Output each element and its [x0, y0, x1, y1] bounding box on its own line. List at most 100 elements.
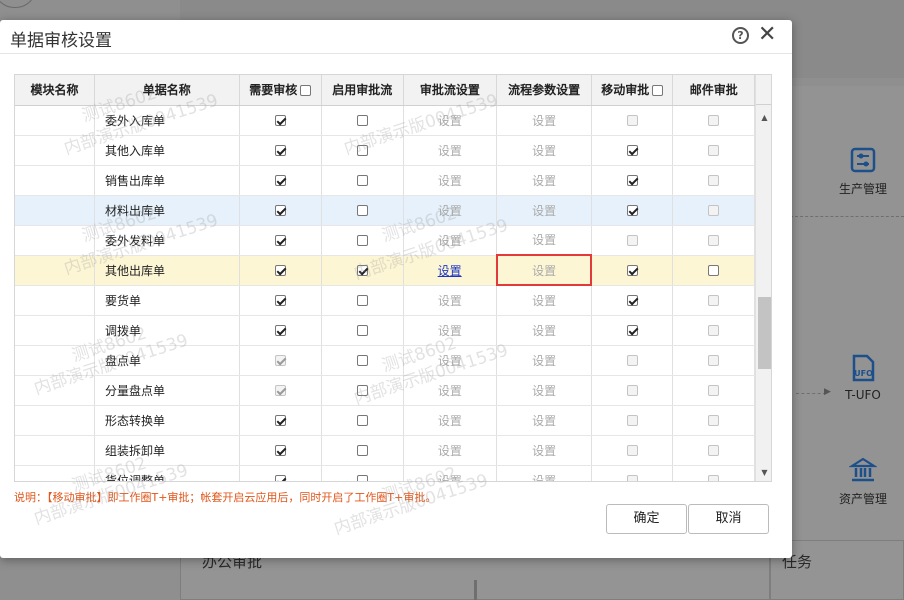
mobile-approval-select-all-checkbox[interactable]: [652, 85, 664, 97]
approval-flow-cell: [321, 225, 404, 256]
document-audit-settings-dialog: 单据审核设置 ? ✕ 模块名称 单据名称 需要审核 启用审批流 审批流设置 流程…: [0, 20, 792, 558]
need-audit-checkbox[interactable]: [274, 325, 286, 336]
table-row[interactable]: 分量盘点单 设置 设置: [15, 375, 755, 406]
mobile-approval-checkbox[interactable]: [626, 325, 638, 336]
approval-flow-checkbox[interactable]: [356, 265, 368, 276]
need-audit-cell: [239, 465, 323, 481]
column-header-flow-setting: 审批流设置: [403, 75, 498, 106]
approval-flow-checkbox[interactable]: [356, 295, 368, 306]
param-setting-link: 设置: [532, 113, 557, 128]
table-row[interactable]: 委外入库单 设置 设置: [15, 105, 755, 136]
close-icon[interactable]: ✕: [758, 22, 776, 48]
table-row[interactable]: 货位调整单 设置 设置: [15, 465, 755, 482]
cancel-button[interactable]: 取消: [688, 504, 769, 534]
approval-flow-checkbox[interactable]: [356, 325, 368, 336]
scrollbar-thumb[interactable]: [758, 297, 771, 369]
approval-flow-checkbox[interactable]: [356, 355, 368, 366]
audit-settings-grid: 模块名称 单据名称 需要审核 启用审批流 审批流设置 流程参数设置 移动审批 邮…: [14, 74, 772, 482]
approval-flow-checkbox[interactable]: [356, 175, 368, 186]
need-audit-checkbox[interactable]: [274, 445, 286, 456]
table-row[interactable]: 形态转换单 设置 设置: [15, 405, 755, 436]
approval-flow-checkbox[interactable]: [356, 115, 368, 126]
need-audit-checkbox[interactable]: [274, 205, 286, 216]
document-name-cell: 材料出库单: [94, 195, 240, 226]
email-approval-checkbox: [708, 295, 720, 306]
mobile-approval-cell: [591, 135, 674, 166]
flow-setting-cell: 设置: [403, 285, 498, 316]
flow-setting-link: 设置: [437, 473, 462, 482]
need-audit-checkbox[interactable]: [274, 265, 286, 276]
scroll-up-icon[interactable]: ▲: [756, 111, 771, 125]
mobile-approval-checkbox[interactable]: [626, 145, 638, 156]
background-divider: [790, 216, 904, 217]
document-name-cell: 委外入库单: [94, 105, 240, 136]
email-approval-checkbox[interactable]: [708, 265, 720, 276]
table-row[interactable]: 材料出库单 设置 设置: [15, 195, 755, 226]
email-approval-cell: [672, 315, 755, 346]
email-approval-cell: [672, 345, 755, 376]
need-audit-checkbox[interactable]: [274, 475, 286, 481]
param-setting-link: 设置: [532, 353, 557, 368]
email-approval-cell: [672, 225, 755, 256]
email-approval-checkbox: [708, 355, 720, 366]
approval-flow-checkbox[interactable]: [356, 385, 368, 396]
approval-flow-checkbox[interactable]: [356, 235, 368, 246]
need-audit-cell: [239, 105, 323, 136]
help-icon[interactable]: ?: [732, 27, 749, 44]
email-approval-checkbox: [708, 145, 720, 156]
ok-button[interactable]: 确定: [606, 504, 687, 534]
approval-flow-checkbox[interactable]: [356, 145, 368, 156]
module-cell: [15, 165, 95, 196]
need-audit-select-all-checkbox[interactable]: [300, 85, 312, 97]
need-audit-checkbox[interactable]: [274, 235, 286, 246]
scroll-down-icon[interactable]: ▼: [756, 466, 771, 480]
table-row[interactable]: 调拨单 设置 设置: [15, 315, 755, 346]
mobile-approval-cell: [591, 195, 674, 226]
approval-flow-checkbox[interactable]: [356, 445, 368, 456]
approval-flow-cell: [321, 195, 404, 226]
flow-setting-cell: 设置: [403, 375, 498, 406]
tile-t-ufo[interactable]: UFO T-UFO: [808, 354, 904, 402]
document-name-cell: 货位调整单: [94, 465, 240, 481]
table-row[interactable]: 组装拆卸单 设置 设置: [15, 435, 755, 466]
table-row[interactable]: 其他入库单 设置 设置: [15, 135, 755, 166]
flow-setting-link: 设置: [437, 353, 462, 368]
param-setting-cell: 设置: [496, 345, 592, 376]
table-row[interactable]: 其他出库单 设置 设置: [15, 254, 755, 286]
table-row[interactable]: 要货单 设置 设置: [15, 285, 755, 316]
param-setting-cell: 设置: [496, 195, 592, 226]
mobile-approval-checkbox[interactable]: [626, 265, 638, 276]
tile-asset-management[interactable]: 资产管理: [808, 456, 904, 507]
mobile-approval-cell: [591, 285, 674, 316]
table-row[interactable]: 委外发料单 设置 设置: [15, 225, 755, 256]
need-audit-checkbox[interactable]: [274, 145, 286, 156]
need-audit-checkbox[interactable]: [274, 115, 286, 126]
document-name-cell: 盘点单: [94, 345, 240, 376]
mobile-approval-cell: [591, 315, 674, 346]
approval-flow-checkbox[interactable]: [356, 205, 368, 216]
tile-label: 资产管理: [838, 492, 887, 506]
need-audit-checkbox[interactable]: [274, 415, 286, 426]
need-audit-checkbox[interactable]: [274, 175, 286, 186]
table-row[interactable]: 盘点单 设置 设置: [15, 345, 755, 376]
document-name-cell: 其他入库单: [94, 135, 240, 166]
email-approval-cell: [672, 285, 755, 316]
module-cell: [15, 375, 95, 406]
mobile-approval-checkbox[interactable]: [626, 175, 638, 186]
table-row[interactable]: 销售出库单 设置 设置: [15, 165, 755, 196]
background-avatar-icon: [0, 0, 36, 8]
mobile-approval-checkbox[interactable]: [626, 295, 638, 306]
tile-production-management[interactable]: 生产管理: [808, 146, 904, 197]
email-approval-cell: [672, 375, 755, 406]
approval-flow-checkbox[interactable]: [356, 475, 368, 481]
mobile-approval-checkbox[interactable]: [626, 205, 638, 216]
flow-setting-cell: 设置: [403, 105, 498, 136]
approval-flow-checkbox[interactable]: [356, 415, 368, 426]
tile-label: 生产管理: [838, 182, 887, 196]
need-audit-checkbox[interactable]: [274, 295, 286, 306]
need-audit-cell: [239, 315, 323, 346]
flow-setting-link[interactable]: 设置: [438, 264, 462, 278]
dialog-title: 单据审核设置: [10, 31, 112, 51]
email-approval-cell: [672, 135, 755, 166]
vertical-scrollbar[interactable]: ▲ ▼: [755, 75, 771, 481]
